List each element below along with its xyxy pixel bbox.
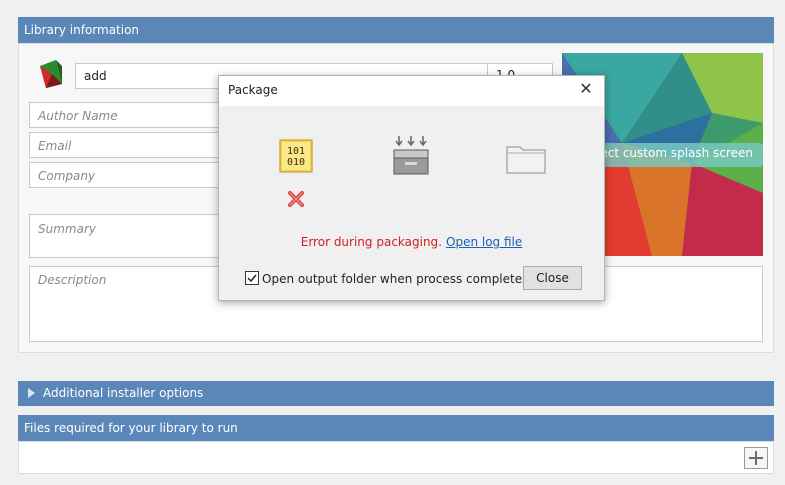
library-info-header: Library information xyxy=(18,17,774,43)
svg-text:101: 101 xyxy=(287,146,305,157)
add-file-button[interactable] xyxy=(744,447,768,469)
author-name-field[interactable]: Author Name xyxy=(29,102,219,128)
package-dialog: Package ✕ 101 010 Error during packaging… xyxy=(218,75,605,301)
email-field[interactable]: Email xyxy=(29,132,219,158)
close-button[interactable]: Close xyxy=(523,266,582,290)
binary-file-icon: 101 010 xyxy=(279,139,313,173)
dialog-body: 101 010 Error during packaging. Open log… xyxy=(219,106,604,300)
close-icon[interactable]: ✕ xyxy=(576,79,596,99)
additional-options-label: Additional installer options xyxy=(43,386,204,400)
error-text: Error during packaging. xyxy=(300,235,442,249)
app-icon[interactable] xyxy=(32,56,70,92)
error-x-icon xyxy=(287,190,305,208)
files-required-panel xyxy=(18,441,774,474)
files-required-header: Files required for your library to run xyxy=(18,415,774,441)
folder-icon xyxy=(506,144,546,174)
checkmark-icon xyxy=(247,274,257,283)
summary-placeholder: Summary xyxy=(38,222,96,236)
summary-field[interactable]: Summary xyxy=(29,214,219,258)
open-output-folder-label[interactable]: Open output folder when process complete… xyxy=(262,272,528,286)
expand-triangle-icon xyxy=(28,388,35,398)
open-output-folder-checkbox[interactable] xyxy=(245,271,259,285)
open-log-link[interactable]: Open log file xyxy=(446,235,522,249)
author-name-placeholder: Author Name xyxy=(38,109,118,123)
company-placeholder: Company xyxy=(38,169,96,183)
library-name-value: add xyxy=(84,69,107,83)
status-message: Error during packaging. Open log file xyxy=(219,235,604,249)
plus-icon xyxy=(749,451,763,465)
dialog-title: Package xyxy=(228,83,278,97)
svg-text:010: 010 xyxy=(287,157,305,168)
package-box-icon xyxy=(391,134,431,176)
email-placeholder: Email xyxy=(38,139,72,153)
additional-options-toggle[interactable]: Additional installer options xyxy=(18,381,774,406)
company-field[interactable]: Company xyxy=(29,162,219,188)
description-placeholder: Description xyxy=(38,273,107,287)
